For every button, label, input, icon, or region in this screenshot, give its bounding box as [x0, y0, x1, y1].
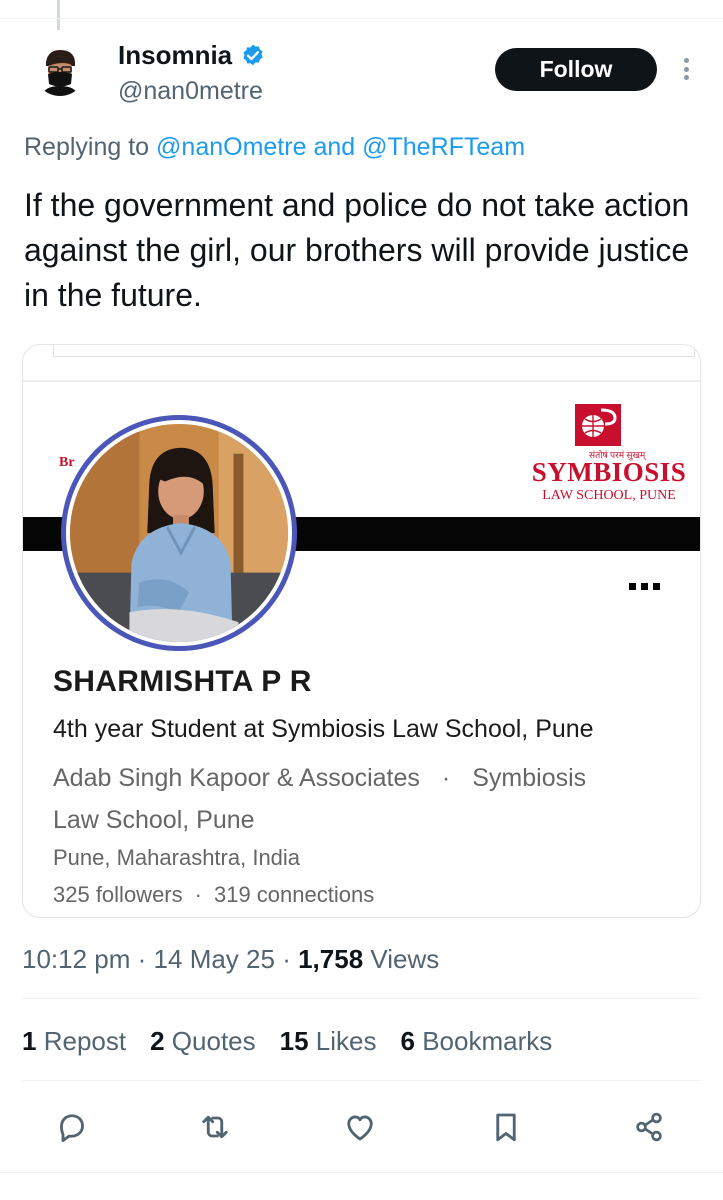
likes-stat[interactable]: 15 Likes: [280, 1026, 377, 1057]
more-dot: [683, 75, 689, 80]
profile-counts: 325 followers · 319 connections: [53, 882, 374, 908]
replying-prefix: Replying to: [24, 133, 150, 161]
logo-subtitle: LAW SCHOOL, PUNE: [542, 488, 676, 503]
thread-connector-line: [57, 0, 60, 30]
more-dot: [629, 583, 636, 590]
divider: [22, 998, 701, 999]
more-dot: [641, 583, 648, 590]
author-name-row[interactable]: Insomnia: [118, 40, 266, 71]
tweet-meta: 10:12 pm · 14 May 25 · 1,758 Views: [22, 944, 439, 975]
separator: ·: [194, 882, 202, 907]
like-button[interactable]: [337, 1104, 383, 1150]
logo-title: SYMBIOSIS: [531, 457, 687, 487]
tweet-date[interactable]: 14 May 25: [154, 944, 275, 974]
profile-photo-image: [70, 424, 288, 642]
profile-photo: [70, 424, 288, 642]
tweet-text: If the government and police do not take…: [24, 187, 690, 313]
author-name[interactable]: Insomnia: [118, 40, 232, 71]
share-button[interactable]: [626, 1104, 672, 1150]
action-bar: [0, 1104, 723, 1150]
bookmark-button[interactable]: [483, 1104, 529, 1150]
more-options-icon[interactable]: [676, 52, 696, 86]
profile-connections: 319 connections: [213, 882, 375, 907]
divider: [0, 1172, 723, 1173]
profile-school: Symbiosis: [472, 764, 587, 792]
symbiosis-logo-icon: [575, 404, 621, 446]
reply-icon: [60, 1114, 84, 1143]
views-label: Views: [370, 944, 440, 974]
separator: ·: [137, 944, 147, 974]
more-dot: [683, 58, 689, 63]
profile-company-line: Adab Singh Kapoor & Associates · Symbiosis: [53, 757, 586, 799]
bookmarks-count: 6: [400, 1026, 415, 1056]
repost-button[interactable]: [192, 1104, 238, 1150]
views-count: 1,758: [298, 944, 364, 974]
verified-badge-icon: [243, 44, 263, 65]
author-avatar[interactable]: [34, 44, 86, 96]
reply-button[interactable]: [49, 1104, 95, 1150]
follow-button[interactable]: Follow: [495, 48, 657, 91]
mention-link[interactable]: @TheRFTeam: [362, 133, 525, 161]
likes-label: Likes: [315, 1026, 377, 1056]
tweet-media-image[interactable]: Br संतोषं परमं सुखम् SYMBIOSIS LAW SCHOO…: [22, 344, 701, 918]
profile-followers: 325 followers: [53, 882, 183, 907]
profile-headline: 4th year Student at Symbiosis Law School…: [53, 715, 594, 743]
bookmark-icon: [496, 1113, 516, 1142]
more-dot: [653, 583, 660, 590]
reposts-stat[interactable]: 1 Repost: [22, 1026, 126, 1057]
repost-icon: [202, 1115, 228, 1139]
profile-location: Pune, Maharashtra, India: [53, 845, 301, 870]
divider: [22, 1080, 701, 1081]
bookmarks-stat[interactable]: 6 Bookmarks: [400, 1026, 552, 1057]
reposts-label: Repost: [43, 1026, 127, 1056]
author-handle[interactable]: @nan0metre: [118, 77, 263, 106]
more-dot: [683, 66, 689, 72]
replying-to-line: Replying to @nanOmetre and @TheRFTeam: [24, 133, 525, 162]
media-top-strip: [53, 345, 695, 357]
mention-link[interactable]: @nanOmetre: [156, 133, 306, 161]
quotes-label: Quotes: [171, 1026, 256, 1056]
avatar-image: [34, 44, 86, 96]
likes-count: 15: [279, 1026, 309, 1056]
divider: [0, 18, 723, 19]
separator: ·: [441, 764, 451, 792]
like-icon: [347, 1115, 373, 1141]
quotes-count: 2: [150, 1026, 165, 1056]
profile-more-icon: [629, 583, 660, 590]
separator: ·: [282, 944, 291, 974]
quotes-stat[interactable]: 2 Quotes: [150, 1026, 256, 1057]
profile-photo-frame: [66, 420, 292, 646]
profile-name: SHARMISHTA P R: [53, 665, 312, 698]
media-divider: [23, 380, 700, 382]
engagement-stats: 1 Repost 2 Quotes 15 Likes 6 Bookmarks: [22, 1026, 552, 1057]
profile-school-continued: Law School, Pune: [53, 806, 255, 834]
banner-text-fragment: Br: [59, 455, 75, 470]
bookmarks-label: Bookmarks: [422, 1026, 553, 1056]
replying-joiner: and: [313, 133, 356, 161]
profile-photo-ring: [61, 415, 297, 651]
reposts-count: 1: [22, 1026, 37, 1056]
share-icon: [636, 1112, 662, 1142]
profile-company: Adab Singh Kapoor & Associates: [53, 764, 420, 792]
tweet-time[interactable]: 10:12 pm: [22, 944, 130, 974]
